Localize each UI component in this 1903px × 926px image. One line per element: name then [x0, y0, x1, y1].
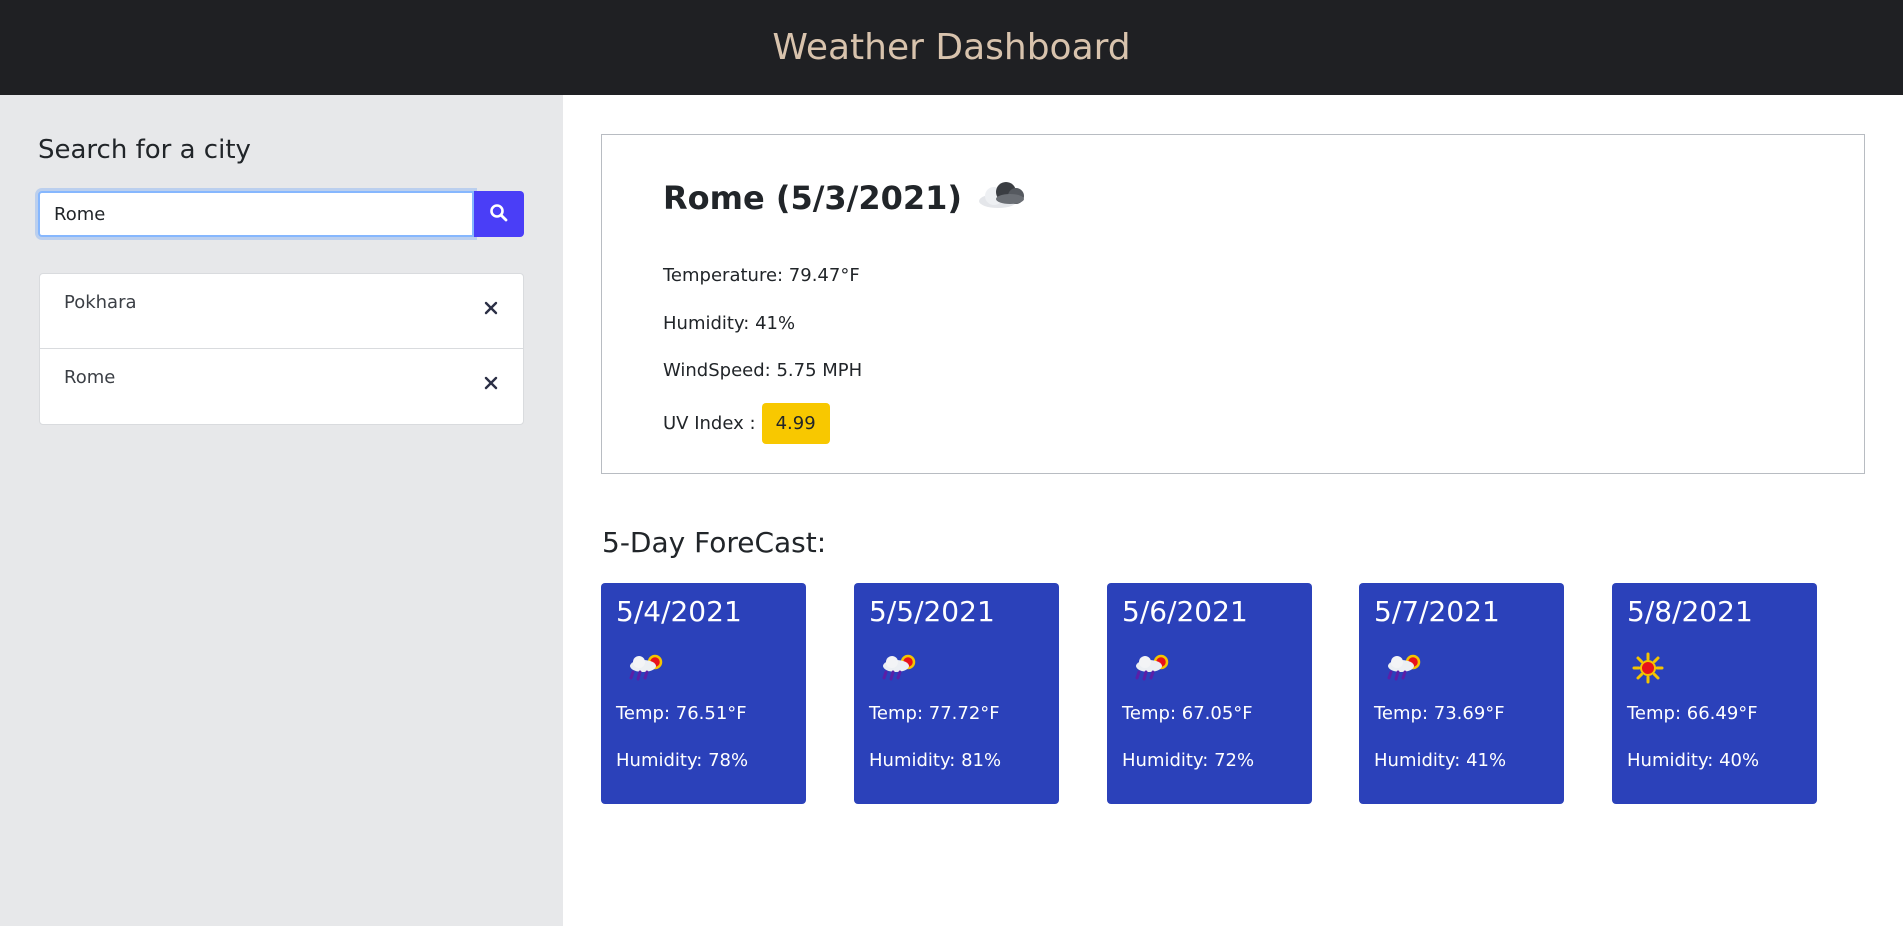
forecast-card: 5/8/2021 Temp: 66.49°F Humidity: 40%	[1612, 583, 1817, 804]
city-search-input[interactable]	[38, 191, 474, 237]
current-weather-heading: Rome (5/3/2021)	[663, 177, 1028, 219]
close-icon[interactable]	[483, 375, 499, 391]
forecast-date: 5/4/2021	[616, 595, 742, 628]
history-city-label: Rome	[64, 367, 116, 388]
current-weather-card: Rome (5/3/2021) Temperature: 79.47°F Hum…	[601, 134, 1865, 474]
current-humidity: Humidity: 41%	[663, 313, 796, 334]
forecast-humidity: Humidity: 81%	[869, 750, 1002, 771]
search-heading: Search for a city	[38, 135, 251, 165]
rain-sun-icon	[874, 650, 922, 690]
forecast-humidity: Humidity: 40%	[1627, 750, 1760, 771]
forecast-humidity: Humidity: 72%	[1122, 750, 1255, 771]
forecast-date: 5/7/2021	[1374, 595, 1500, 628]
current-temperature: Temperature: 79.47°F	[663, 265, 860, 286]
rain-sun-icon	[1127, 650, 1175, 690]
forecast-date: 5/8/2021	[1627, 595, 1753, 628]
forecast-heading: 5-Day ForeCast:	[602, 526, 827, 559]
uv-index-row: UV Index : 4.99	[663, 403, 830, 444]
app-header: Weather Dashboard	[0, 0, 1903, 95]
uv-index-label: UV Index :	[663, 413, 756, 434]
rain-sun-icon	[1379, 650, 1427, 690]
forecast-card: 5/7/2021 Temp: 73.69°F Humidity: 41%	[1359, 583, 1564, 804]
forecast-humidity: Humidity: 78%	[616, 750, 749, 771]
rain-sun-icon	[621, 650, 669, 690]
forecast-temp: Temp: 77.72°F	[869, 703, 1000, 724]
search-button[interactable]	[474, 191, 524, 237]
current-city-date: Rome (5/3/2021)	[663, 179, 963, 217]
forecast-card: 5/4/2021 Temp: 76.51°F Humidity: 78%	[601, 583, 806, 804]
forecast-card: 5/6/2021 Temp: 67.05°F Humidity: 72%	[1107, 583, 1312, 804]
uv-index-badge: 4.99	[761, 403, 830, 444]
cloud-icon	[976, 177, 1028, 219]
forecast-temp: Temp: 73.69°F	[1374, 703, 1505, 724]
close-icon[interactable]	[483, 300, 499, 316]
forecast-temp: Temp: 67.05°F	[1122, 703, 1253, 724]
history-item-pokhara[interactable]: Pokhara	[40, 274, 523, 349]
history-item-rome[interactable]: Rome	[40, 349, 523, 424]
forecast-date: 5/6/2021	[1122, 595, 1248, 628]
page-title: Weather Dashboard	[772, 27, 1131, 68]
sidebar: Search for a city Pokhara Rome	[0, 95, 563, 926]
forecast-temp: Temp: 66.49°F	[1627, 703, 1758, 724]
search-history-list: Pokhara Rome	[39, 273, 524, 425]
current-wind-speed: WindSpeed: 5.75 MPH	[663, 360, 863, 381]
forecast-date: 5/5/2021	[869, 595, 995, 628]
history-city-label: Pokhara	[64, 292, 137, 313]
forecast-card: 5/5/2021 Temp: 77.72°F Humidity: 81%	[854, 583, 1059, 804]
forecast-temp: Temp: 76.51°F	[616, 703, 747, 724]
sun-icon	[1632, 650, 1680, 690]
search-icon	[489, 203, 509, 226]
forecast-humidity: Humidity: 41%	[1374, 750, 1507, 771]
